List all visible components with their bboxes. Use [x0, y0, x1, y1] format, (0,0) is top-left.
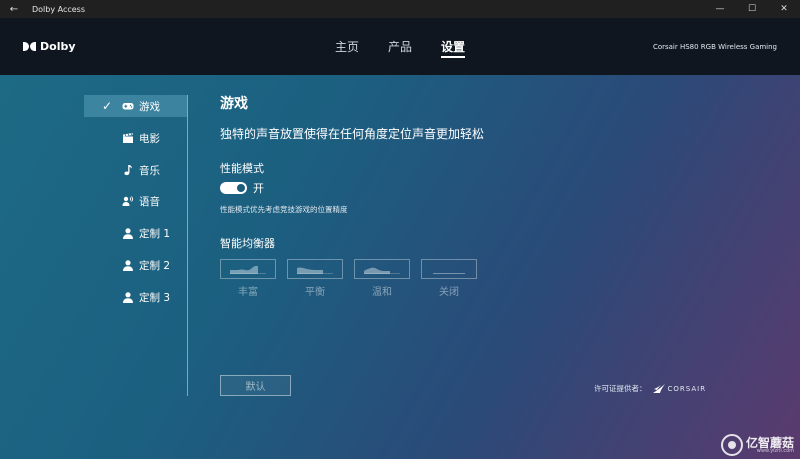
eq-option-box [220, 259, 276, 279]
app-header: Dolby 主页 产品 设置 Corsair HS80 RGB Wireless… [0, 18, 800, 75]
sidebar-item-label: 定制 3 [139, 291, 171, 304]
content-area: ✓ 游戏 电影 音乐 语音 定制 1 定制 2 定制 3 游戏 独特的声音放置使… [0, 75, 800, 459]
clapperboard-icon [123, 132, 133, 143]
profile-settings: 游戏 独特的声音放置使得在任何角度定位声音更加轻松 性能模式 开 性能模式优先考… [220, 93, 620, 298]
performance-mode-toggle[interactable] [220, 182, 247, 194]
watermark-logo-icon [720, 434, 743, 456]
corsair-brand-text: CORSAIR [667, 384, 707, 393]
person-icon [123, 260, 133, 271]
eq-option-balanced[interactable]: 平衡 [287, 259, 343, 298]
gamepad-icon [122, 103, 134, 110]
performance-mode-title: 性能模式 [220, 162, 264, 175]
eq-option-warm[interactable]: 温和 [354, 259, 410, 298]
nav-settings[interactable]: 设置 [441, 38, 466, 58]
sidebar-item-label: 音乐 [139, 164, 160, 177]
close-button[interactable]: ✕ [768, 0, 800, 18]
nav-home[interactable]: 主页 [335, 38, 359, 55]
sidebar-item-music[interactable]: 音乐 [84, 159, 187, 181]
sidebar-item-label: 语音 [139, 196, 160, 209]
performance-mode-description: 性能模式优先考虑竞技游戏的位置精度 [220, 205, 348, 214]
person-icon [123, 291, 133, 303]
checkmark-icon: ✓ [102, 99, 113, 113]
sidebar-item-custom-2[interactable]: 定制 2 [84, 254, 187, 276]
toggle-state-label: 开 [253, 182, 264, 195]
window-controls: — ☐ ✕ [704, 0, 800, 18]
corsair-logo: CORSAIR [652, 384, 707, 393]
sidebar-item-label: 定制 1 [139, 228, 171, 241]
reset-default-button[interactable]: 默认 [220, 375, 291, 396]
eq-rich-icon [230, 266, 266, 274]
eq-option-label: 温和 [372, 287, 392, 298]
watermark-text: 亿智蘑菇 www.yizhi.com [746, 437, 794, 454]
eq-option-box [354, 259, 410, 279]
page-title: 游戏 [220, 96, 248, 112]
minimize-button[interactable]: — [704, 0, 736, 18]
music-note-icon [124, 164, 132, 175]
eq-option-rich[interactable]: 丰富 [220, 259, 276, 298]
sidebar-item-label: 定制 2 [139, 259, 171, 272]
sidebar-item-custom-3[interactable]: 定制 3 [84, 286, 187, 308]
sidebar-item-movie[interactable]: 电影 [84, 127, 187, 149]
eq-off-icon [433, 273, 465, 274]
sidebar-item-label: 游戏 [139, 101, 160, 113]
license-label: 许可证提供者： [594, 384, 647, 393]
nav-products[interactable]: 产品 [388, 38, 412, 55]
watermark-sub-text: www.yizhi.com [756, 447, 794, 454]
device-name: Corsair HS80 RGB Wireless Gaming [652, 43, 777, 51]
watermark-main-text: 亿智蘑菇 [745, 435, 794, 450]
profile-sidebar: ✓ 游戏 电影 音乐 语音 定制 1 定制 2 定制 3 [84, 95, 188, 396]
eq-option-label: 关闭 [439, 287, 459, 298]
title-bar: ← Dolby Access — ☐ ✕ [0, 0, 800, 18]
performance-toggle-row: 开 [220, 180, 620, 196]
watermark: 亿智蘑菇 www.yizhi.com [720, 434, 794, 456]
eq-option-box [421, 259, 477, 279]
voice-icon [122, 196, 134, 207]
equalizer-options: 丰富 平衡 温和 关闭 [220, 259, 620, 298]
corsair-sails-icon [652, 384, 665, 393]
window-title: Dolby Access [32, 4, 86, 14]
eq-balanced-icon [297, 267, 333, 274]
eq-option-label: 平衡 [305, 287, 325, 298]
eq-option-label: 丰富 [238, 287, 258, 298]
person-icon [123, 228, 133, 240]
eq-option-off[interactable]: 关闭 [421, 259, 477, 298]
equalizer-title: 智能均衡器 [220, 237, 275, 250]
sidebar-item-voice[interactable]: 语音 [84, 190, 187, 212]
sidebar-item-game[interactable]: ✓ 游戏 [84, 95, 187, 117]
license-info: 许可证提供者： CORSAIR [594, 383, 706, 394]
sidebar-item-label: 电影 [139, 132, 160, 145]
eq-warm-icon [364, 267, 400, 274]
back-button[interactable]: ← [0, 0, 28, 18]
eq-option-box [287, 259, 343, 279]
page-subtitle: 独特的声音放置使得在任何角度定位声音更加轻松 [220, 127, 485, 141]
sidebar-item-custom-1[interactable]: 定制 1 [84, 222, 187, 244]
maximize-button[interactable]: ☐ [736, 0, 768, 18]
